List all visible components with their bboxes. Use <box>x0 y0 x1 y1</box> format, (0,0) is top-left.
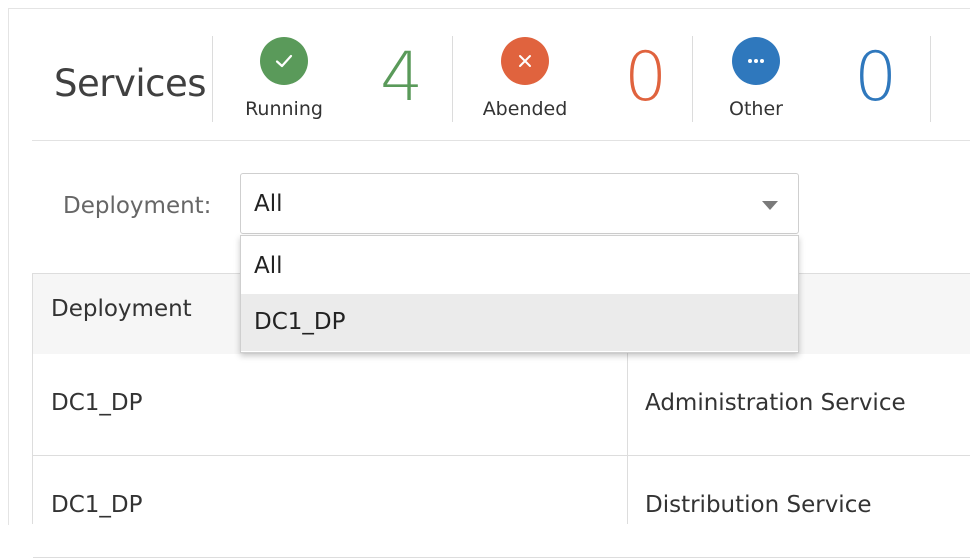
dropdown-option-label: All <box>254 253 283 279</box>
running-count[interactable]: 4 <box>380 38 423 118</box>
dropdown-option-all[interactable]: All <box>241 238 798 295</box>
page-title: Services <box>54 62 207 105</box>
cell-service: Administration Service <box>645 390 906 416</box>
running-label: Running <box>245 98 323 120</box>
abended-x-icon[interactable] <box>501 37 549 85</box>
deployment-select-value: All <box>254 191 283 217</box>
other-count[interactable]: 0 <box>854 38 897 118</box>
dropdown-option-label: DC1_DP <box>254 309 346 335</box>
header-divider <box>452 36 453 122</box>
header-divider <box>692 36 693 122</box>
services-header: Services Running 4 Abended 0 Other 0 <box>32 28 970 141</box>
column-header-deployment[interactable]: Deployment <box>51 296 192 322</box>
table-row[interactable]: DC1_DP Distribution Service <box>33 456 970 558</box>
table-row[interactable]: DC1_DP Administration Service <box>33 354 970 456</box>
chevron-down-icon <box>762 201 778 210</box>
deployment-select[interactable]: All <box>240 173 799 234</box>
other-ellipsis-icon[interactable] <box>732 37 780 85</box>
cell-deployment: DC1_DP <box>51 390 143 416</box>
abended-count[interactable]: 0 <box>624 38 667 118</box>
dropdown-option-dc1-dp[interactable]: DC1_DP <box>241 294 798 351</box>
other-label: Other <box>729 98 783 120</box>
cell-deployment: DC1_DP <box>51 492 143 518</box>
running-check-icon[interactable] <box>260 37 308 85</box>
abended-label: Abended <box>482 98 568 120</box>
cell-service: Distribution Service <box>645 492 872 518</box>
header-divider <box>930 36 931 122</box>
header-divider <box>212 36 213 122</box>
deployment-dropdown-list: All DC1_DP <box>240 235 799 353</box>
deployment-filter-label: Deployment: <box>63 193 212 219</box>
